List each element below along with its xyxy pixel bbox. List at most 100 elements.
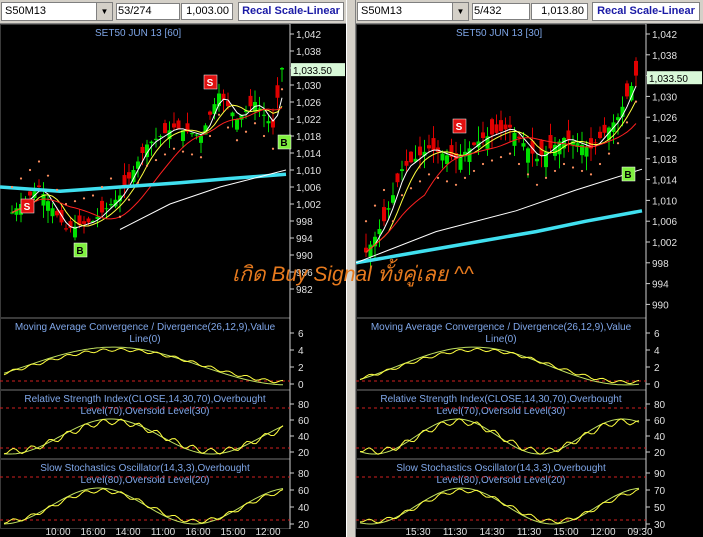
price-tick-label: 1,018 (652, 155, 677, 166)
sar-dot (508, 152, 512, 155)
indicator-tick-label: 60 (298, 486, 310, 497)
sar-dot (46, 174, 50, 177)
candle-body (535, 158, 539, 162)
symbol-value: S50M13 (5, 5, 46, 17)
candle-body (440, 153, 445, 161)
sar-dot (109, 177, 113, 180)
candle-body (127, 172, 131, 179)
trend-line (356, 168, 643, 264)
sar-dot (364, 220, 368, 223)
sar-dot (100, 185, 104, 189)
candle-body (584, 146, 589, 157)
sar-dot (127, 198, 131, 201)
chart-toolbar: S50M13 ▼ 5/432 1,013.80 Recal Scale-Line… (356, 0, 703, 24)
symbol-dropdown[interactable]: S50M13 ▼ (357, 2, 469, 21)
candle-body (262, 114, 266, 116)
indicator-tick-label: 6 (298, 329, 304, 340)
indicator-tick-label: 80 (298, 469, 310, 480)
bars-info: 53/274 (116, 3, 180, 20)
candle-body (10, 212, 14, 214)
last-price: 1,003.00 (181, 3, 233, 20)
price-tick-label: 1,018 (296, 132, 321, 143)
candle-body (50, 208, 55, 217)
time-tick-label: 09:30 (627, 527, 652, 537)
signal-label: S (456, 122, 463, 133)
recal-scale-button[interactable]: Recal Scale-Linear (238, 2, 344, 21)
time-tick-label: 12:00 (590, 527, 615, 537)
candle-body (593, 142, 598, 144)
sar-dot (517, 162, 521, 166)
candle-body (235, 119, 239, 130)
candle-body (257, 108, 262, 110)
sar-dot (271, 147, 275, 150)
price-tick-label: 1,022 (652, 134, 677, 145)
candle-body (517, 136, 521, 138)
price-tick-label: 998 (296, 217, 313, 228)
sar-dot (262, 134, 266, 138)
indicator-tick-label: 2 (298, 363, 304, 374)
candle-body (199, 136, 203, 143)
sar-dot (499, 155, 503, 159)
sar-dot (481, 162, 485, 166)
candle-body (100, 200, 104, 213)
indicator-line (3, 418, 284, 455)
time-tick-label: 11:30 (517, 527, 542, 537)
indicator-title: Relative Strength Index(CLOSE,14,30,70),… (24, 394, 265, 405)
candle-body (230, 112, 235, 117)
signal-label: B (280, 138, 287, 149)
time-tick-label: 15:30 (405, 527, 430, 537)
candle-body (172, 123, 176, 128)
signal-line (3, 487, 284, 525)
signal-line (3, 346, 284, 386)
indicator-tick-label: 20 (298, 448, 310, 459)
trend-line (119, 169, 287, 230)
candle-body (377, 229, 382, 235)
sar-dot (10, 185, 14, 189)
sar-dot (490, 159, 494, 162)
candle-body (566, 130, 571, 140)
chevron-down-icon[interactable]: ▼ (96, 3, 112, 20)
candle-body (280, 68, 284, 70)
sar-dot (418, 180, 422, 183)
price-tick-label: 1,038 (296, 47, 321, 58)
candle-body (404, 160, 409, 166)
sar-dot (82, 197, 86, 200)
indicator-title: Moving Average Convergence / Divergence(… (371, 322, 632, 333)
candle-body (158, 136, 163, 137)
sar-dot (253, 122, 257, 125)
indicator-tick-label: 40 (654, 432, 666, 443)
sar-dot (373, 204, 377, 207)
price-tick-label: 1,002 (296, 200, 321, 211)
indicator-subtitle: Line(0) (485, 334, 516, 345)
indicator-line (359, 418, 640, 455)
price-tick-label: 1,014 (296, 149, 321, 160)
symbol-dropdown[interactable]: S50M13 ▼ (1, 2, 113, 21)
time-tick-label: 15:00 (553, 527, 578, 537)
candle-body (526, 148, 530, 163)
sar-dot (181, 150, 185, 153)
indicator-title: Slow Stochastics Oscillator(14,3,3),Over… (40, 463, 250, 474)
candle-body (427, 145, 431, 149)
candle-body (28, 191, 32, 196)
sar-dot (163, 153, 167, 156)
sar-dot (400, 194, 404, 197)
last-price: 1,013.80 (531, 3, 588, 20)
candle-body (154, 138, 158, 140)
price-tick-label: 1,014 (652, 176, 677, 187)
candle-body (382, 207, 386, 222)
sar-dot (445, 180, 449, 183)
price-tick-label: 1,006 (652, 217, 677, 228)
sar-dot (280, 88, 284, 91)
time-tick-label: 16:00 (185, 527, 210, 537)
recal-scale-button[interactable]: Recal Scale-Linear (592, 2, 700, 21)
sar-dot (607, 152, 611, 155)
candle-body (481, 132, 485, 138)
candle-body (37, 185, 41, 187)
sar-dot (172, 147, 176, 150)
indicator-tick-label: 20 (298, 520, 310, 531)
sar-dot (55, 188, 59, 191)
indicator-tick-label: 60 (654, 416, 666, 427)
price-tick-label: 1,002 (652, 238, 677, 249)
chevron-down-icon[interactable]: ▼ (452, 3, 468, 20)
price-tick-label: 1,030 (296, 81, 321, 92)
